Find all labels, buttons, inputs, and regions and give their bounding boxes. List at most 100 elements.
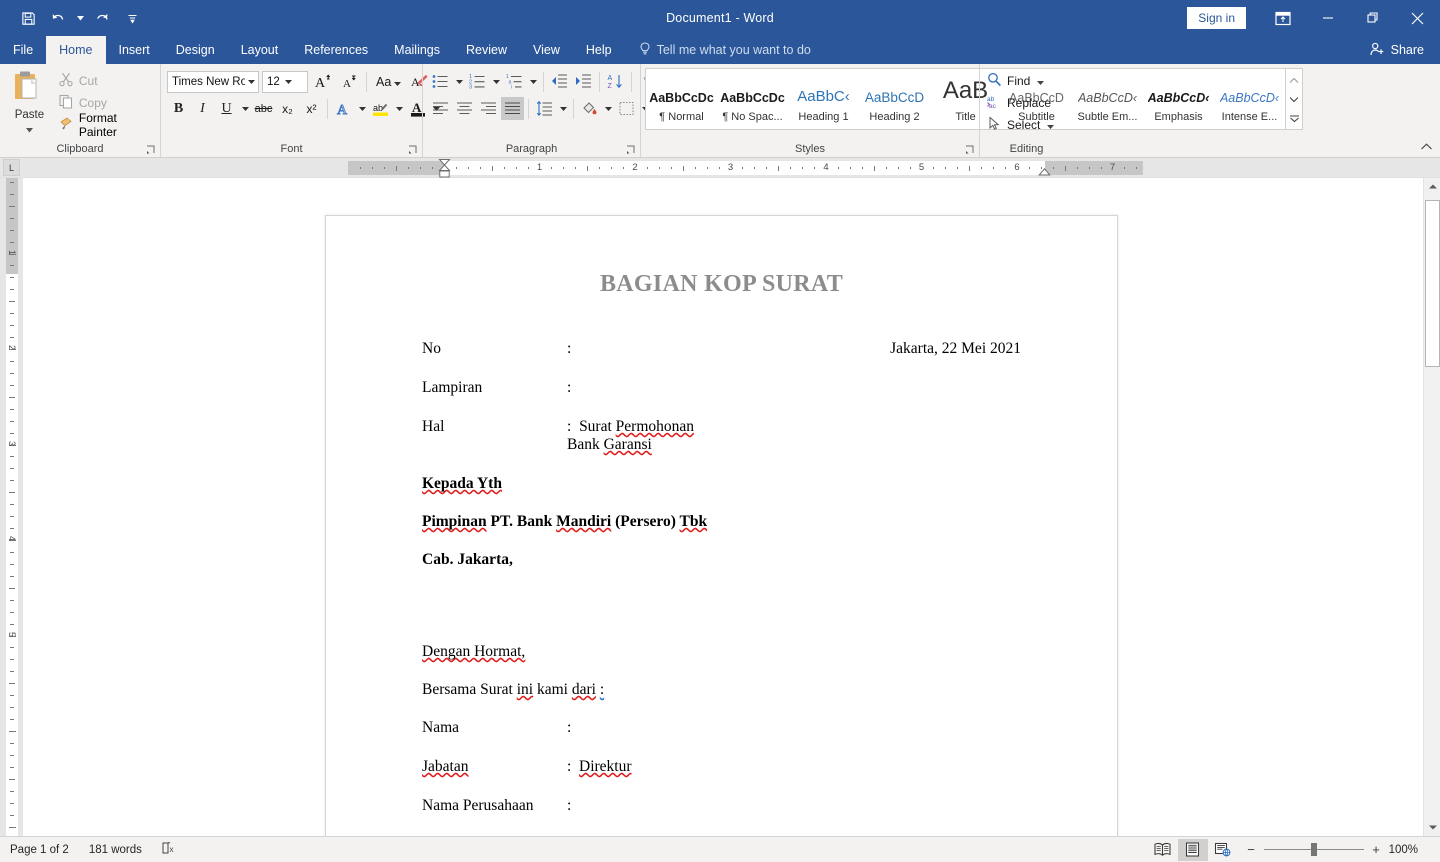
- paragraph-dialog-launcher-icon[interactable]: [624, 143, 637, 156]
- align-right-button[interactable]: [477, 97, 500, 120]
- document-page[interactable]: BAGIAN KOP SURAT No : Jakarta, 22 Mei 20…: [325, 215, 1118, 836]
- first-line-indent-marker[interactable]: [438, 159, 451, 178]
- zoom-slider-thumb[interactable]: [1310, 843, 1317, 856]
- underline-caret-icon[interactable]: [239, 97, 251, 120]
- bullets-button[interactable]: [429, 70, 452, 93]
- tell-me-search[interactable]: Tell me what you want to do: [639, 36, 811, 64]
- styles-scroll-up-icon[interactable]: [1287, 71, 1302, 89]
- tab-layout[interactable]: Layout: [228, 36, 292, 64]
- font-size-caret-icon[interactable]: [282, 79, 296, 84]
- customize-quick-access-toolbar-icon[interactable]: [118, 5, 146, 31]
- paste-button[interactable]: Paste: [4, 67, 55, 138]
- style-normal[interactable]: AaBbCcDc ¶ Normal: [646, 69, 717, 129]
- tab-references[interactable]: References: [291, 36, 381, 64]
- undo-dropdown-caret-icon[interactable]: [74, 5, 86, 31]
- undo-icon[interactable]: [44, 5, 72, 31]
- zoom-in-button[interactable]: +: [1371, 842, 1382, 857]
- tab-view[interactable]: View: [520, 36, 573, 64]
- bold-button[interactable]: B: [167, 97, 190, 120]
- close-button[interactable]: [1395, 2, 1440, 34]
- save-icon[interactable]: [14, 5, 42, 31]
- subscript-button[interactable]: x₂: [276, 97, 299, 120]
- word-count[interactable]: 181 words: [79, 837, 152, 862]
- tab-design[interactable]: Design: [163, 36, 228, 64]
- style-heading-1[interactable]: AaBbC‹ Heading 1: [788, 69, 859, 129]
- tab-stop-selector[interactable]: L: [0, 158, 23, 177]
- scroll-down-button[interactable]: [1424, 819, 1440, 836]
- web-layout-button[interactable]: [1208, 839, 1238, 861]
- multilevel-list-button[interactable]: 1ai: [503, 70, 526, 93]
- tab-home[interactable]: Home: [46, 36, 106, 64]
- text-highlight-color-button[interactable]: ab: [369, 97, 392, 120]
- center-button[interactable]: [453, 97, 476, 120]
- style-intense-emphasis[interactable]: AaBbCcD‹ Intense E...: [1214, 69, 1285, 129]
- paste-dropdown-caret-icon[interactable]: [25, 120, 33, 138]
- font-dialog-launcher-icon[interactable]: [406, 143, 419, 156]
- change-case-caret-icon[interactable]: [394, 74, 402, 89]
- shading-button[interactable]: [578, 97, 601, 120]
- numbering-button[interactable]: 123: [466, 70, 489, 93]
- increase-indent-button[interactable]: [572, 70, 595, 93]
- italic-button[interactable]: I: [191, 97, 214, 120]
- text-highlight-caret-icon[interactable]: [393, 97, 405, 120]
- share-button[interactable]: Share: [1370, 36, 1424, 64]
- multilevel-list-caret-icon[interactable]: [527, 70, 539, 93]
- restore-button[interactable]: [1350, 2, 1395, 34]
- strikethrough-button[interactable]: abc: [252, 97, 275, 120]
- select-button[interactable]: Select: [984, 114, 1057, 136]
- sort-button[interactable]: AZ: [604, 70, 627, 93]
- zoom-out-button[interactable]: −: [1246, 842, 1257, 857]
- superscript-button[interactable]: x²: [300, 97, 323, 120]
- tab-file[interactable]: File: [0, 36, 46, 64]
- tab-insert[interactable]: Insert: [106, 36, 163, 64]
- shrink-font-button[interactable]: A: [337, 70, 360, 93]
- grow-font-button[interactable]: A: [311, 70, 334, 93]
- ribbon-display-options-icon[interactable]: [1260, 2, 1305, 34]
- vertical-scrollbar[interactable]: [1423, 178, 1440, 836]
- styles-scroll-down-icon[interactable]: [1287, 90, 1302, 108]
- text-effects-caret-icon[interactable]: [356, 97, 368, 120]
- cut-button[interactable]: Cut: [55, 70, 156, 91]
- style-no-spacing[interactable]: AaBbCcDc ¶ No Spac...: [717, 69, 788, 129]
- font-size-combo[interactable]: 12: [262, 70, 308, 93]
- replace-button[interactable]: ab ac Replace: [984, 92, 1057, 114]
- select-caret-icon[interactable]: [1047, 118, 1055, 132]
- sign-in-button[interactable]: Sign in: [1187, 7, 1246, 29]
- format-painter-button[interactable]: Format Painter: [55, 111, 156, 139]
- shading-caret-icon[interactable]: [602, 97, 614, 120]
- change-case-button[interactable]: Aa: [373, 70, 404, 93]
- justify-button[interactable]: [501, 97, 524, 120]
- minimize-button[interactable]: [1305, 2, 1350, 34]
- underline-button[interactable]: U: [215, 97, 238, 120]
- font-name-combo[interactable]: Times New Ro: [167, 70, 259, 93]
- numbering-caret-icon[interactable]: [490, 70, 502, 93]
- document-canvas[interactable]: BAGIAN KOP SURAT No : Jakarta, 22 Mei 20…: [23, 178, 1423, 836]
- styles-dialog-launcher-icon[interactable]: [963, 143, 976, 156]
- proofing-status[interactable]: x: [152, 837, 187, 862]
- find-caret-icon[interactable]: [1037, 74, 1045, 88]
- collapse-ribbon-icon[interactable]: [1418, 139, 1434, 155]
- zoom-slider[interactable]: [1263, 843, 1364, 856]
- style-emphasis[interactable]: AaBbCcD‹ Emphasis: [1143, 69, 1214, 129]
- tab-help[interactable]: Help: [573, 36, 625, 64]
- line-spacing-button[interactable]: [533, 97, 556, 120]
- redo-icon[interactable]: [88, 5, 116, 31]
- scroll-up-button[interactable]: [1424, 178, 1440, 195]
- borders-button[interactable]: [615, 97, 638, 120]
- clipboard-dialog-launcher-icon[interactable]: [144, 143, 157, 156]
- text-effects-button[interactable]: A: [332, 97, 355, 120]
- font-name-caret-icon[interactable]: [245, 79, 258, 84]
- style-subtle-emphasis[interactable]: AaBbCcD‹ Subtle Em...: [1072, 69, 1143, 129]
- zoom-level[interactable]: 100%: [1389, 844, 1430, 856]
- document-content[interactable]: BAGIAN KOP SURAT No : Jakarta, 22 Mei 20…: [326, 216, 1117, 836]
- align-left-button[interactable]: [429, 97, 452, 120]
- right-indent-marker[interactable]: [1038, 168, 1051, 176]
- style-heading-2[interactable]: AaBbCcD Heading 2: [859, 69, 930, 129]
- decrease-indent-button[interactable]: [548, 70, 571, 93]
- line-spacing-caret-icon[interactable]: [557, 97, 569, 120]
- page-indicator[interactable]: Page 1 of 2: [0, 837, 79, 862]
- print-layout-button[interactable]: [1177, 838, 1208, 861]
- read-mode-button[interactable]: [1148, 839, 1178, 861]
- find-button[interactable]: Find: [984, 70, 1057, 92]
- bullets-caret-icon[interactable]: [453, 70, 465, 93]
